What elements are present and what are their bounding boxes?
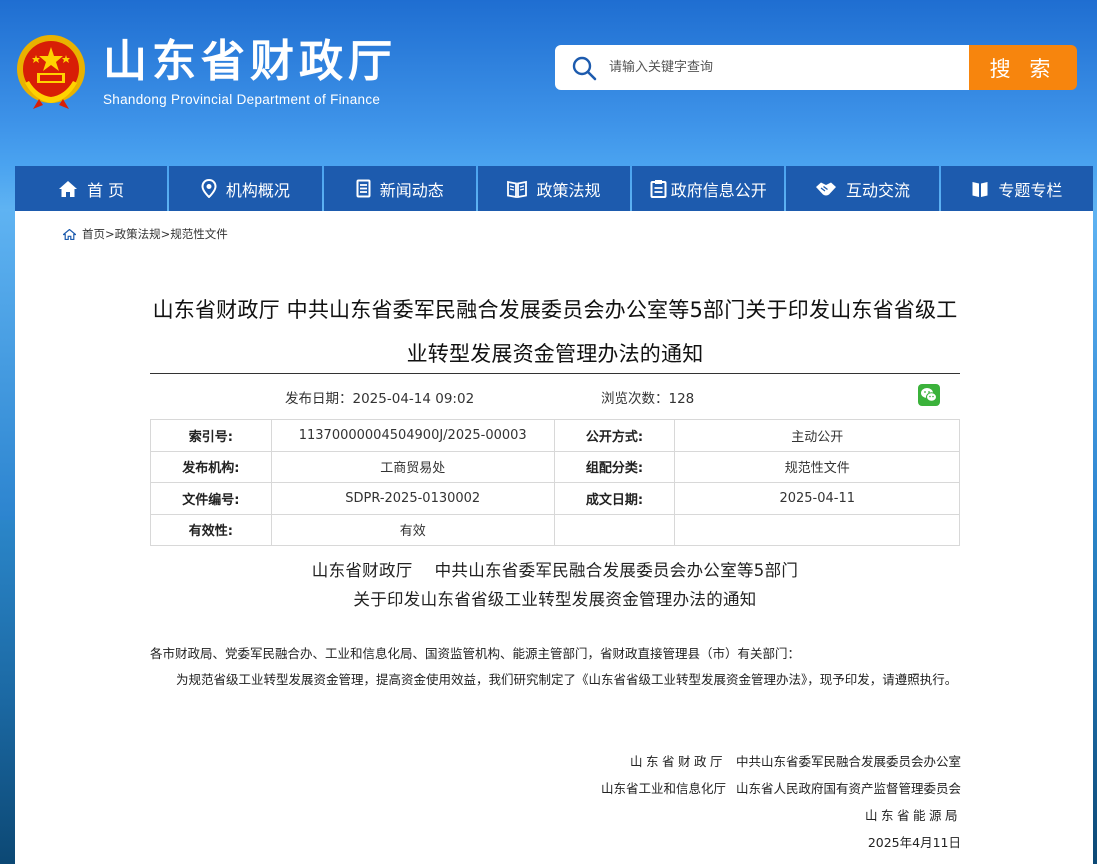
breadcrumb-policy[interactable]: 政策法规 xyxy=(115,226,161,242)
document-info-table: 索引号: 11370000004504900J/2025-00003 公开方式:… xyxy=(150,419,960,546)
written-date-label: 成文日期: xyxy=(553,482,676,515)
disclosure-method-value: 主动公开 xyxy=(674,419,960,452)
document-heading: 山东省财政厅 中共山东省委军民融合发展委员会办公室等5部门 关于印发山东省省级工业… xyxy=(150,556,960,614)
table-row: 发布机构: 工商贸易处 组配分类: 规范性文件 xyxy=(150,450,960,483)
main-content: 首页 > 政策法规 > 规范性文件 山东省财政厅 中共山东省委军民融合发展委员会… xyxy=(15,211,1093,864)
empty-cell xyxy=(674,513,960,546)
signatory: 山东省人民政府国有资产监督管理委员会 xyxy=(735,781,961,796)
nav-label: 机构概况 xyxy=(225,180,290,200)
site-title: 山东省财政厅 xyxy=(103,36,397,87)
article-title: 山东省财政厅 中共山东省委军民融合发展委员会办公室等5部门关于印发山东省省级工业… xyxy=(152,298,958,366)
document-heading-line2: 关于印发山东省省级工业转型发展资金管理办法的通知 xyxy=(353,590,757,609)
validity-label: 有效性: xyxy=(150,513,272,546)
breadcrumb-separator: > xyxy=(160,227,171,241)
search-box xyxy=(555,45,969,90)
home-icon xyxy=(63,228,76,240)
nav-item-gov-info[interactable]: 政府信息公开 xyxy=(632,166,785,211)
nav-item-special[interactable]: 专题专栏 xyxy=(940,166,1093,211)
category-label: 组配分类: xyxy=(553,450,676,483)
nav-item-interaction[interactable]: 互动交流 xyxy=(786,166,939,211)
nav-item-news[interactable]: 新闻动态 xyxy=(323,166,476,211)
document-icon xyxy=(356,179,371,198)
book-icon xyxy=(507,180,528,198)
nav-label: 新闻动态 xyxy=(379,180,444,200)
category-value: 规范性文件 xyxy=(674,450,960,483)
site-header: 山东省财政厅 Shandong Provincial Department of… xyxy=(0,0,1097,165)
publish-date: 发布日期：2025-04-14 09:02 xyxy=(285,387,474,407)
signature-line: 山东省财政厅 中共山东省委军民融合发展委员会办公室 xyxy=(630,751,961,770)
nav-label: 互动交流 xyxy=(846,180,911,200)
nav-item-policy[interactable]: 政策法规 xyxy=(477,166,631,211)
file-number-value: SDPR-2025-0130002 xyxy=(270,482,555,515)
nav-label: 首 页 xyxy=(87,180,125,200)
view-count: 浏览次数：128 xyxy=(601,387,694,407)
view-count-value: 128 xyxy=(668,391,695,407)
nav-item-home[interactable]: 首 页 xyxy=(15,166,168,211)
heading-issuer-2: 中共山东省委军民融合发展委员会办公室等5部门 xyxy=(434,561,799,580)
national-emblem-icon xyxy=(17,35,85,109)
nav-label: 专题专栏 xyxy=(998,180,1063,200)
signatory: 中共山东省委军民融合发展委员会办公室 xyxy=(735,754,961,769)
signature-line: 山东省工业和信息化厅 山东省人民政府国有资产监督管理委员会 xyxy=(601,778,961,797)
empty-cell xyxy=(553,513,676,546)
nav-item-organization[interactable]: 机构概况 xyxy=(169,166,322,211)
location-pin-icon xyxy=(201,179,217,198)
document-heading-line1: 山东省财政厅 中共山东省委军民融合发展委员会办公室等5部门 xyxy=(150,556,960,585)
site-subtitle: Shandong Provincial Department of Financ… xyxy=(103,92,381,107)
nav-label: 政策法规 xyxy=(536,180,601,200)
written-date-value: 2025-04-11 xyxy=(674,482,960,515)
index-number-label: 索引号: xyxy=(150,419,272,452)
handshake-icon xyxy=(816,182,837,195)
table-row: 文件编号: SDPR-2025-0130002 成文日期: 2025-04-11 xyxy=(150,482,960,515)
heading-issuer-1: 山东省财政厅 xyxy=(311,561,413,580)
validity-value: 有效 xyxy=(270,513,555,546)
view-count-label: 浏览次数： xyxy=(601,391,669,407)
signature-date: 2025年4月11日 xyxy=(867,835,961,850)
search-icon xyxy=(572,56,597,80)
signatory: 山东省财政厅 xyxy=(629,754,726,769)
search-input[interactable] xyxy=(609,52,949,83)
signatory: 山东省能源局 xyxy=(864,808,961,823)
table-row: 有效性: 有效 xyxy=(150,513,960,546)
disclosure-method-label: 公开方式: xyxy=(553,419,676,452)
title-divider xyxy=(150,373,960,374)
bookmark-icon xyxy=(972,181,988,197)
search-button[interactable]: 搜 索 xyxy=(969,45,1077,90)
table-row: 索引号: 11370000004504900J/2025-00003 公开方式:… xyxy=(150,419,960,452)
clipboard-icon xyxy=(650,180,667,198)
breadcrumb: 首页 > 政策法规 > 规范性文件 xyxy=(63,226,228,242)
breadcrumb-separator: > xyxy=(105,227,115,241)
nav-label: 政府信息公开 xyxy=(670,180,767,200)
file-number-label: 文件编号: xyxy=(150,482,272,515)
publish-date-value: 2025-04-14 09:02 xyxy=(352,391,475,407)
home-icon xyxy=(59,180,78,197)
signatory: 山东省工业和信息化厅 xyxy=(600,781,726,796)
wechat-share-icon[interactable] xyxy=(918,384,940,406)
breadcrumb-current[interactable]: 规范性文件 xyxy=(170,226,228,242)
recipient-paragraph: 各市财政局、党委军民融合办、工业和信息化局、国资监管机构、能源主管部门，省财政直… xyxy=(150,646,801,661)
index-number-value: 11370000004504900J/2025-00003 xyxy=(270,419,555,452)
publisher-label: 发布机构: xyxy=(150,450,272,483)
publish-date-label: 发布日期： xyxy=(285,391,353,407)
breadcrumb-home[interactable]: 首页 xyxy=(82,226,105,242)
publisher-value: 工商贸易处 xyxy=(270,450,555,483)
main-nav: 首 页 机构概况 新闻动态 政策法规 政府信息公开 互动交流 专题专栏 xyxy=(15,166,1093,211)
body-paragraph: 为规范省级工业转型发展资金管理，提高资金使用效益，我们研究制定了《山东省省级工业… xyxy=(176,672,958,687)
